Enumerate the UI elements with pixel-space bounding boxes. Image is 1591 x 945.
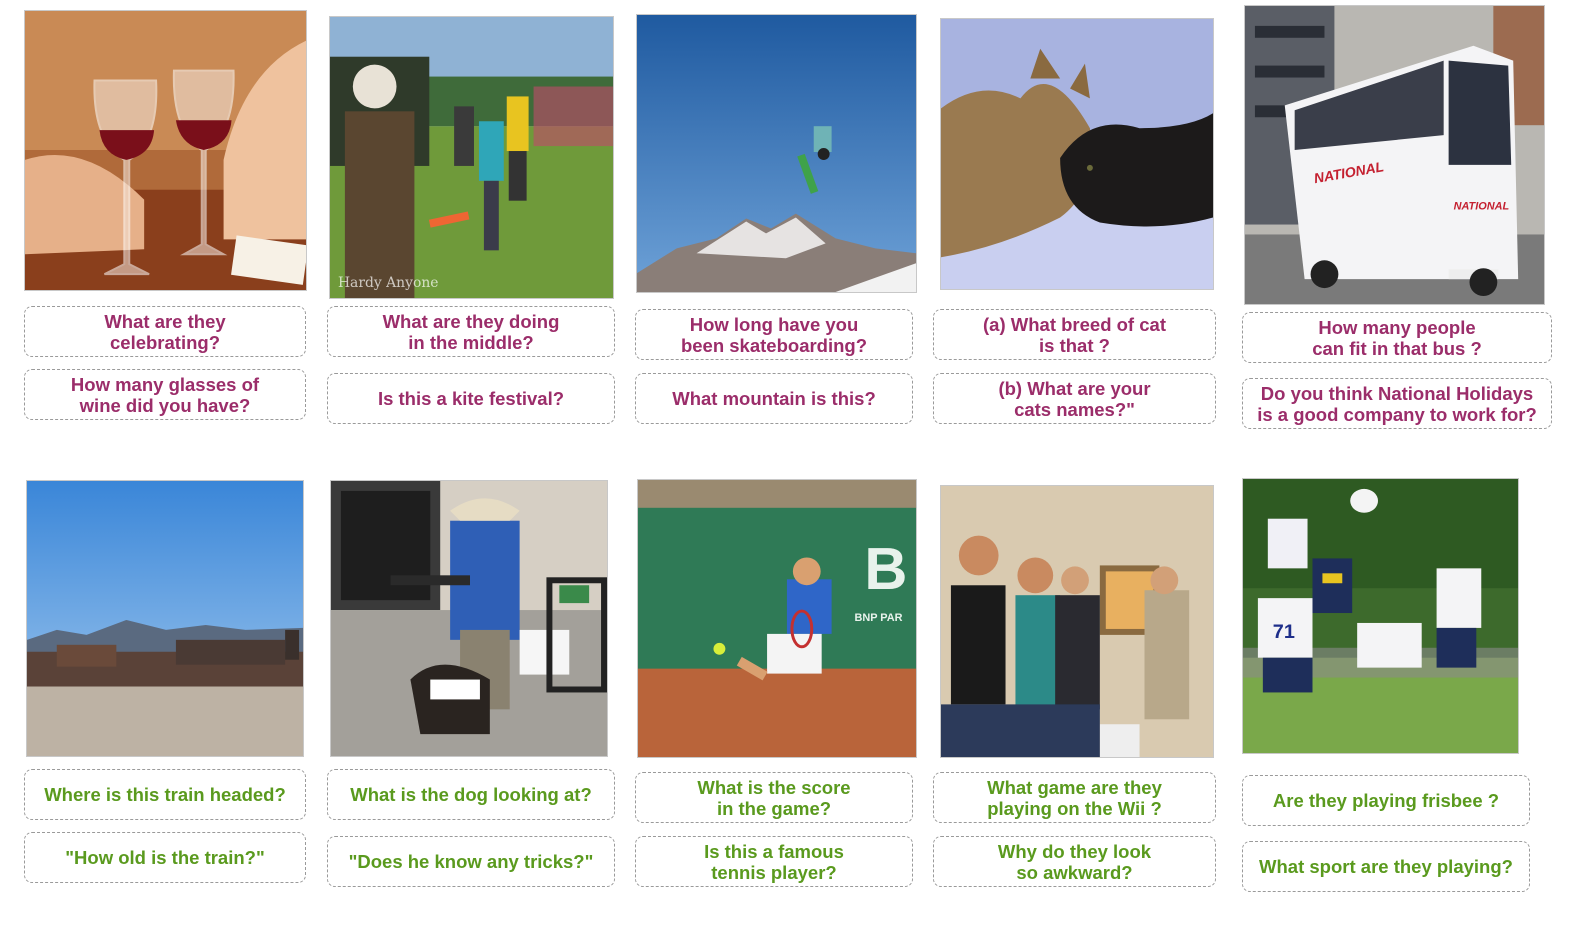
svg-text:B: B	[864, 535, 907, 602]
question-box: What game are they playing on the Wii ?	[933, 772, 1216, 823]
svg-text:NATIONAL: NATIONAL	[1454, 201, 1510, 213]
tennis-player-photo: B BNP PAR	[637, 479, 917, 758]
question-box: "Does he know any tricks?"	[327, 836, 615, 887]
question-box: What mountain is this?	[635, 373, 913, 424]
question-box: Where is this train headed?	[24, 769, 306, 820]
two-cats-photo	[940, 18, 1214, 290]
question-box: What sport are they playing?	[1242, 841, 1530, 892]
question-box: (b) What are your cats names?"	[933, 373, 1216, 424]
question-box: What are they doing in the middle?	[327, 306, 615, 357]
question-box: Why do they look so awkward?	[933, 836, 1216, 887]
question-box: What are they celebrating?	[24, 306, 306, 357]
question-box: Do you think National Holidays is a good…	[1242, 378, 1552, 429]
svg-text:71: 71	[1273, 621, 1295, 643]
frisbee-players-photo: 71	[1242, 478, 1519, 754]
svg-text:BNP PAR: BNP PAR	[854, 612, 902, 624]
question-box: How many glasses of wine did you have?	[24, 369, 306, 420]
svg-text:Hardy Anyone: Hardy Anyone	[338, 275, 439, 291]
wii-players-photo	[940, 485, 1214, 758]
question-box: How long have you been skateboarding?	[635, 309, 913, 360]
question-box: "How old is the train?"	[24, 832, 306, 883]
question-box: How many people can fit in that bus ?	[1242, 312, 1552, 363]
wine-glasses-photo	[24, 10, 307, 291]
train-desert-photo	[26, 480, 304, 757]
question-box: What is the score in the game?	[635, 772, 913, 823]
question-box: (a) What breed of cat is that ?	[933, 309, 1216, 360]
question-box: Is this a kite festival?	[327, 373, 615, 424]
question-box: Is this a famous tennis player?	[635, 836, 913, 887]
question-box: Are they playing frisbee ?	[1242, 775, 1530, 826]
skateboarder-mountain-photo	[636, 14, 917, 293]
national-holidays-bus-photo: NATIONAL NATIONAL	[1244, 5, 1545, 305]
question-box: What is the dog looking at?	[327, 769, 615, 820]
kite-festival-photo: Hardy Anyone	[329, 16, 614, 299]
man-with-dog-photo	[330, 480, 608, 757]
